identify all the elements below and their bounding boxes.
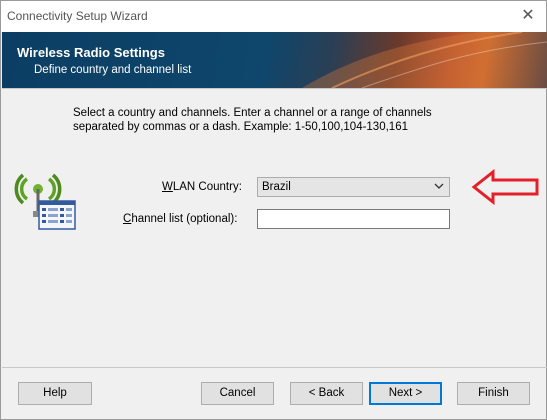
channel-list-label-rest: hannel list (optional): bbox=[131, 213, 238, 225]
wlan-country-label-mnemonic: W bbox=[162, 181, 173, 193]
wlan-country-value: Brazil bbox=[262, 181, 291, 193]
finish-button[interactable]: Finish bbox=[457, 382, 530, 405]
next-button[interactable]: Next > bbox=[369, 382, 442, 405]
wireless-printer-icon bbox=[14, 173, 76, 230]
footer-divider bbox=[2, 367, 547, 368]
channel-list-input[interactable] bbox=[257, 209, 450, 229]
channel-list-label: Channel list (optional): bbox=[123, 213, 237, 225]
wlan-country-label-rest: LAN Country: bbox=[172, 181, 242, 193]
wizard-window: Connectivity Setup Wizard ✕ Wireless Rad… bbox=[0, 0, 547, 420]
header-banner: Wireless Radio Settings Define country a… bbox=[2, 32, 547, 88]
instructions-line-1: Select a country and channels. Enter a c… bbox=[73, 107, 432, 119]
red-arrow-annotation bbox=[471, 169, 539, 205]
instructions-line-2: separated by commas or a dash. Example: … bbox=[73, 121, 408, 133]
help-button[interactable]: Help bbox=[18, 382, 92, 405]
wlan-country-label: WLAN Country: bbox=[162, 181, 242, 193]
banner-subtitle: Define country and channel list bbox=[34, 64, 192, 76]
chevron-down-icon bbox=[434, 183, 444, 189]
banner-swoosh-graphic bbox=[302, 32, 547, 88]
close-icon[interactable]: ✕ bbox=[518, 6, 538, 26]
banner-divider bbox=[2, 88, 547, 89]
window-title: Connectivity Setup Wizard bbox=[7, 9, 148, 23]
title-bar: Connectivity Setup Wizard ✕ bbox=[1, 1, 546, 32]
cancel-button[interactable]: Cancel bbox=[201, 382, 274, 405]
instructions-text: Select a country and channels. Enter a c… bbox=[73, 106, 473, 134]
wlan-country-select[interactable]: Brazil bbox=[257, 177, 450, 197]
back-button[interactable]: < Back bbox=[290, 382, 363, 405]
banner-title: Wireless Radio Settings bbox=[17, 45, 165, 60]
